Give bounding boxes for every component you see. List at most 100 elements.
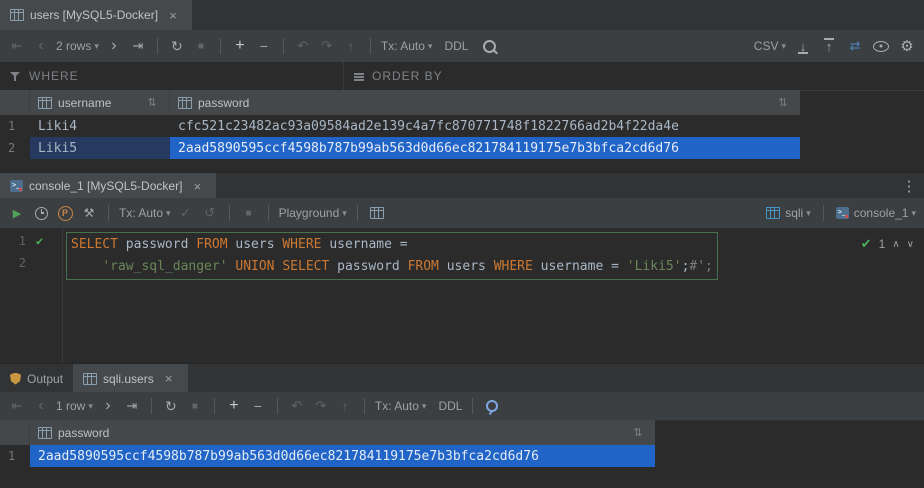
last-page-icon[interactable] [123,397,141,415]
page-size-dropdown[interactable]: 2 rows [56,39,99,53]
tab-output[interactable]: Output [0,364,73,393]
prev-statement-icon[interactable]: ∧ [892,239,899,250]
ddl-button[interactable]: DDL [444,39,468,53]
next-statement-icon[interactable]: ∨ [907,239,914,250]
divider [283,38,284,54]
delete-row-icon[interactable] [249,397,267,415]
close-icon[interactable] [164,6,182,24]
grid-toolbar-right: CSV [754,37,916,55]
tx-mode-dropdown[interactable]: Tx: Auto [381,39,433,53]
undo-icon[interactable] [288,397,306,415]
sort-toggle-icon[interactable] [629,424,647,442]
cell-password-selected[interactable]: 2aad5890595ccf4598b787b99ab563d0d66ec821… [30,445,655,467]
next-page-icon[interactable] [99,397,117,415]
playground-mode-dropdown[interactable]: Playground [279,206,347,220]
row-number[interactable]: 1 [0,445,30,467]
import-upload-icon[interactable] [820,37,838,55]
export-download-icon[interactable] [794,37,812,55]
stop-icon[interactable] [240,204,258,222]
divider [472,398,473,414]
statement-success-check-icon[interactable]: ✔ [36,234,43,248]
parameters-icon[interactable] [56,204,74,222]
sql-line-1[interactable]: SELECT password FROM users WHERE usernam… [71,234,713,256]
tab-result-label: sqli.users [103,372,154,386]
column-icon [178,97,192,109]
divider [229,205,230,221]
table-row[interactable]: 1 Liki4 cfc521c23482ac93a09584ad2e139c4a… [0,115,800,137]
redo-icon[interactable] [312,397,330,415]
submit-icon[interactable] [336,397,354,415]
view-options-icon[interactable] [872,37,890,55]
tx-mode-dropdown[interactable]: Tx: Auto [119,206,171,220]
compare-icon[interactable] [846,37,864,55]
sort-toggle-icon[interactable] [143,94,161,112]
column-icon [38,97,52,109]
more-options-kebab-icon[interactable] [900,177,918,195]
page-size-dropdown[interactable]: 1 row [56,399,93,413]
stop-icon[interactable] [186,397,204,415]
console-icon [10,180,23,192]
pin-tab-icon[interactable] [483,397,501,415]
search-icon[interactable] [480,37,498,55]
sql-line-2[interactable]: 'raw_sql_danger' UNION SELECT password F… [71,256,713,278]
executed-statement-box[interactable]: SELECT password FROM users WHERE usernam… [66,232,718,280]
cell-username[interactable]: Liki4 [30,115,170,137]
run-icon[interactable] [8,204,26,222]
delete-row-icon[interactable] [255,37,273,55]
where-filter[interactable]: WHERE [0,62,343,90]
column-header-password[interactable]: password [30,420,655,445]
row-number[interactable]: 2 [0,137,30,159]
database-icon [766,207,780,219]
tab-console[interactable]: console_1 [MySQL5-Docker] [0,173,216,199]
execution-result-badge: ✔ 1 ∧ ∨ [861,236,914,252]
corner-cell [0,90,30,115]
tab-users-table[interactable]: users [MySQL5-Docker] [0,0,192,30]
last-page-icon[interactable] [129,37,147,55]
tx-mode-dropdown[interactable]: Tx: Auto [375,399,427,413]
close-icon[interactable] [160,370,178,388]
column-header-username[interactable]: username [30,90,170,115]
table-row-selected[interactable]: 1 2aad5890595ccf4598b787b99ab563d0d66ec8… [0,445,655,467]
column-header-password[interactable]: password [170,90,800,115]
wrench-settings-icon[interactable] [80,204,98,222]
next-page-icon[interactable] [105,37,123,55]
history-clock-icon[interactable] [32,204,50,222]
ddl-button[interactable]: DDL [438,399,462,413]
cell-username[interactable]: Liki5 [30,137,170,159]
session-dropdown[interactable]: console_1 [836,206,916,220]
console-tabbar-right [900,173,924,199]
export-format-dropdown[interactable]: CSV [754,39,786,53]
schema-dropdown[interactable]: sqli [766,206,811,220]
rollback-icon[interactable] [201,204,219,222]
console-toolbar: Tx: Auto Playground sqli console_1 [0,198,924,229]
commit-icon[interactable] [177,204,195,222]
cell-password-selected[interactable]: 2aad5890595ccf4598b787b99ab563d0d66ec821… [170,137,800,159]
filter-bar: WHERE ORDER BY [0,62,924,91]
reload-icon[interactable] [162,397,180,415]
divider [277,398,278,414]
cell-password[interactable]: cfc521c23482ac93a09584ad2e139c4a7fc87077… [170,115,800,137]
submit-icon[interactable] [342,37,360,55]
tab-result-grid[interactable]: sqli.users [73,364,188,393]
table-row-selected[interactable]: 2 Liki5 2aad5890595ccf4598b787b99ab563d0… [0,137,800,159]
first-page-icon[interactable] [8,37,26,55]
previous-page-icon[interactable] [32,397,50,415]
sql-editor[interactable]: 1 2 ✔ SELECT password FROM users WHERE u… [0,228,924,363]
output-layout-icon[interactable] [368,204,386,222]
redo-icon[interactable] [318,37,336,55]
add-row-icon[interactable] [225,397,243,415]
sort-toggle-icon[interactable] [774,94,792,112]
divider [108,205,109,221]
undo-icon[interactable] [294,37,312,55]
stop-icon[interactable] [192,37,210,55]
first-page-icon[interactable] [8,397,26,415]
reload-icon[interactable] [168,37,186,55]
previous-page-icon[interactable] [32,37,50,55]
settings-gear-icon[interactable] [898,37,916,55]
column-username-label: username [58,96,111,110]
row-number[interactable]: 1 [0,115,30,137]
close-icon[interactable] [188,177,206,195]
column-password-label: password [58,426,109,440]
order-by-filter[interactable]: ORDER BY [344,62,453,90]
add-row-icon[interactable] [231,37,249,55]
